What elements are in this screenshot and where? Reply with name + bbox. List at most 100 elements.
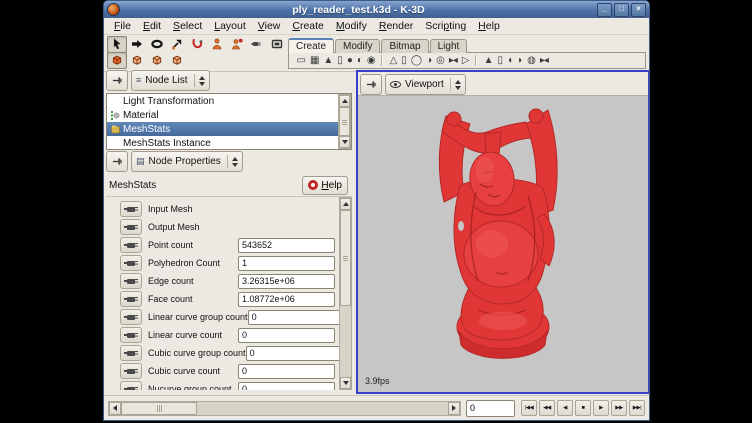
property-plug-button[interactable] xyxy=(120,255,142,271)
property-plug-button[interactable] xyxy=(120,291,142,307)
property-plug-button[interactable] xyxy=(120,363,142,379)
primitive-icon-6[interactable]: ◉ xyxy=(364,54,377,68)
property-value-input[interactable] xyxy=(238,382,335,391)
node-list-item-meshstats-instance[interactable]: MeshStats Instance xyxy=(107,136,338,149)
property-plug-button[interactable] xyxy=(120,345,142,361)
plug-tool[interactable] xyxy=(247,36,267,53)
property-plug-button[interactable] xyxy=(120,201,142,217)
pin-button[interactable] xyxy=(106,151,128,172)
node-list-item-meshstats[interactable]: MeshStats xyxy=(107,122,338,136)
skip-to-start-button[interactable]: |◀◀ xyxy=(521,400,537,416)
primitive-icon-3[interactable]: ▯ xyxy=(335,54,345,68)
frame-input[interactable] xyxy=(466,400,515,417)
menu-item-edit[interactable]: Edit xyxy=(137,19,167,33)
property-value-input[interactable] xyxy=(238,274,335,289)
property-value-input[interactable] xyxy=(238,328,335,343)
primitive-icon-11[interactable]: ◑ xyxy=(424,54,434,68)
scroll-up-icon[interactable] xyxy=(339,95,350,107)
viewport-render-area[interactable]: 3.9fps xyxy=(358,96,648,392)
primitive-icon-14[interactable]: ▷ xyxy=(459,54,471,68)
primitive-icon-17[interactable]: ▯ xyxy=(495,54,505,68)
primitive-icon-20[interactable]: ◍ xyxy=(525,54,538,68)
primitive-icon-12[interactable]: ◎ xyxy=(434,54,447,68)
menu-item-scripting[interactable]: Scripting xyxy=(419,19,472,33)
property-plug-button[interactable] xyxy=(120,327,142,343)
close-button[interactable]: × xyxy=(631,3,646,17)
menu-item-file[interactable]: File xyxy=(108,19,137,33)
snap-tool[interactable] xyxy=(187,36,207,53)
node-list-item-material[interactable]: Material xyxy=(107,108,338,122)
viewport-panel[interactable]: Viewport xyxy=(356,70,650,394)
primitive-icon-9[interactable]: ▯ xyxy=(399,54,409,68)
menu-item-render[interactable]: Render xyxy=(373,19,419,33)
menu-item-select[interactable]: Select xyxy=(167,19,208,33)
pin-button[interactable] xyxy=(106,70,128,91)
primitive-icon-4[interactable]: ● xyxy=(344,54,354,68)
menu-item-layout[interactable]: Layout xyxy=(208,19,252,33)
parent-tool[interactable] xyxy=(207,36,227,53)
minimize-button[interactable]: _ xyxy=(597,3,612,17)
pin-button[interactable] xyxy=(360,74,382,95)
tab-bitmap[interactable]: Bitmap xyxy=(381,39,428,53)
scroll-thumb[interactable] xyxy=(339,107,350,136)
property-plug-button[interactable] xyxy=(120,309,142,325)
primitive-icon-21[interactable]: ▸◂ xyxy=(537,54,550,68)
property-value-input[interactable] xyxy=(238,256,335,271)
scroll-right-icon[interactable] xyxy=(448,402,460,415)
panel-type-dropdown[interactable]: ≡ Node List xyxy=(131,70,210,91)
timeline-thumb[interactable] xyxy=(121,402,197,415)
primitive-icon-13[interactable]: ▸◂ xyxy=(446,54,459,68)
help-button[interactable]: Help xyxy=(302,176,348,195)
select-faces-mode[interactable] xyxy=(167,52,187,69)
scroll-left-icon[interactable] xyxy=(109,402,121,415)
primitive-icon-8[interactable]: △ xyxy=(387,54,399,68)
happy-buddha-model[interactable] xyxy=(358,96,648,392)
menu-item-create[interactable]: Create xyxy=(286,19,330,33)
primitive-icon-10[interactable]: ◯ xyxy=(408,54,423,68)
select-points-mode[interactable] xyxy=(127,52,147,69)
property-value-input[interactable] xyxy=(238,292,335,307)
play-reverse-button[interactable]: ◀ xyxy=(557,400,573,416)
primitive-icon-19[interactable]: ◗ xyxy=(515,54,525,68)
primitive-icon-1[interactable]: ▦ xyxy=(307,54,320,68)
primitive-icon-16[interactable]: ▲ xyxy=(481,54,495,68)
title-bar[interactable]: ply_reader_test.k3d - K-3D _□× xyxy=(104,1,649,18)
scale-tool[interactable] xyxy=(167,36,187,53)
node-list-item-light-transformation[interactable]: Light Transformation xyxy=(107,94,338,108)
node-list-scrollbar[interactable] xyxy=(338,94,351,149)
maximize-button[interactable]: □ xyxy=(614,3,629,17)
property-plug-button[interactable] xyxy=(120,381,142,390)
panel-type-dropdown[interactable]: Viewport xyxy=(385,74,466,95)
unparent-tool[interactable] xyxy=(227,36,247,53)
menu-item-view[interactable]: View xyxy=(252,19,287,33)
scroll-down-icon[interactable] xyxy=(340,377,351,389)
tab-create[interactable]: Create xyxy=(288,38,334,53)
panel-type-dropdown[interactable]: ▤ Node Properties xyxy=(131,151,243,172)
select-tool[interactable] xyxy=(107,36,127,53)
property-plug-button[interactable] xyxy=(120,237,142,253)
tab-light[interactable]: Light xyxy=(430,39,468,53)
tab-modify[interactable]: Modify xyxy=(335,39,380,53)
move-tool[interactable] xyxy=(127,36,147,53)
scroll-thumb[interactable] xyxy=(340,210,351,306)
scroll-down-icon[interactable] xyxy=(339,136,350,148)
menu-item-help[interactable]: Help xyxy=(472,19,506,33)
menu-item-modify[interactable]: Modify xyxy=(330,19,373,33)
primitive-icon-18[interactable]: ◖ xyxy=(505,54,515,68)
scroll-up-icon[interactable] xyxy=(340,198,351,210)
select-lines-mode[interactable] xyxy=(147,52,167,69)
primitive-icon-5[interactable]: ◐ xyxy=(354,54,364,68)
select-nodes-mode[interactable] xyxy=(107,52,127,69)
primitive-icon-0[interactable]: ▭ xyxy=(294,54,307,68)
skip-to-end-button[interactable]: ▶▶| xyxy=(629,400,645,416)
primitive-icon-2[interactable]: ▲ xyxy=(321,54,335,68)
next-key-button[interactable]: ▶▶ xyxy=(611,400,627,416)
property-value-input[interactable] xyxy=(238,238,335,253)
stop-button[interactable]: ■ xyxy=(575,400,591,416)
play-button[interactable]: ▶ xyxy=(593,400,609,416)
previous-key-button[interactable]: ◀◀ xyxy=(539,400,555,416)
render-preview-tool[interactable] xyxy=(267,36,287,53)
properties-scrollbar[interactable] xyxy=(339,197,352,390)
property-value-input[interactable] xyxy=(246,346,339,361)
property-value-input[interactable] xyxy=(238,364,335,379)
